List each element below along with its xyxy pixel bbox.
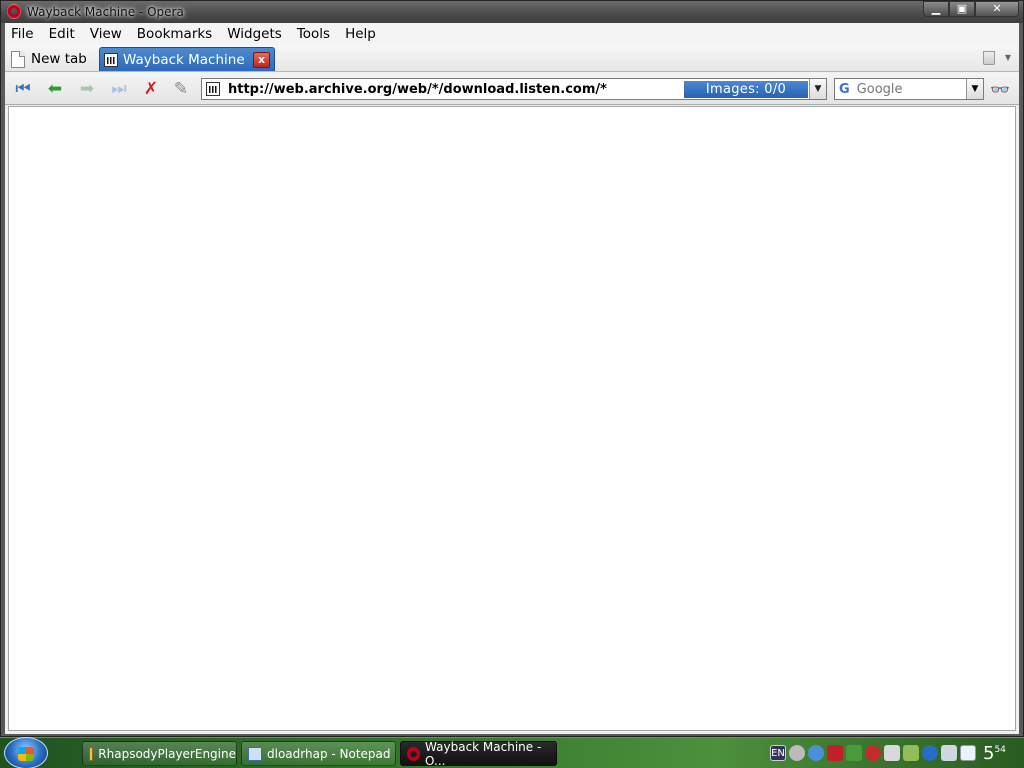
tray-app-icon[interactable] [789,745,805,761]
trash-icon[interactable] [983,51,995,65]
search-field[interactable]: G Google ▼ [834,78,984,100]
tab-label: New tab [31,51,87,67]
window-title: Wayback Machine - Opera [27,5,184,19]
maximize-button[interactable]: ▣ [949,1,975,17]
menu-widgets[interactable]: Widgets [227,26,282,42]
task-label: RhapsodyPlayerEngine [98,746,236,761]
menu-tools[interactable]: Tools [297,26,330,42]
archive-favicon-icon [104,52,118,67]
images-counter: Images: 0/0 [684,81,808,98]
menu-help[interactable]: Help [345,26,376,42]
network-icon[interactable] [846,745,862,761]
start-button[interactable] [4,737,48,768]
taskbar-item-notepad[interactable]: dloadrhap - Notepad [241,741,396,766]
browser-window: Wayback Machine - Opera ▁ ▣ ✕ File Edit … [0,0,1024,737]
close-button[interactable]: ✕ [975,1,1019,17]
tray-app-icon[interactable] [865,745,881,761]
folder-icon [89,746,94,761]
edit-site-prefs-button[interactable]: ✎ [169,78,193,100]
task-label: Wayback Machine - O... [425,739,542,768]
back-button[interactable]: ⬅ [43,78,67,100]
clock-minutes: 54 [994,745,1006,755]
forward-button[interactable]: ➡ [75,78,99,100]
taskbar-item-opera[interactable]: Wayback Machine - O... [400,739,557,768]
tab-close-button[interactable]: x [253,52,270,68]
page-content[interactable] [8,106,1016,731]
minimize-button[interactable]: ▁ [923,1,949,17]
opera-icon [407,746,421,761]
navigation-toolbar: ⏮ ⬅ ➡ ⏭ ✗ ✎ http://web.archive.org/web/*… [5,73,1019,105]
clock[interactable]: 554 [983,743,1006,764]
clock-hour: 5 [983,743,995,764]
search-engine-dropdown[interactable]: ▼ [966,79,983,99]
tab-new-tab[interactable]: New tab [11,47,95,71]
opera-logo-icon [7,4,21,19]
archive-favicon-icon [206,82,220,96]
tab-bar: New tab Wayback Machine x ▼ [5,45,1019,72]
tab-label: Wayback Machine [123,51,245,68]
language-indicator[interactable]: EN [770,745,786,761]
tray-app-icon[interactable] [960,745,976,761]
fast-forward-button[interactable]: ⏭ [107,78,131,100]
menu-file[interactable]: File [11,26,34,42]
menu-edit[interactable]: Edit [49,26,75,42]
browser-chrome: File Edit View Bookmarks Widgets Tools H… [5,23,1019,734]
taskbar-item-rhapsody[interactable]: RhapsodyPlayerEngine [82,741,237,766]
google-icon: G [839,81,850,97]
shield-icon[interactable] [827,745,843,761]
rewind-button[interactable]: ⏮ [11,78,35,100]
title-bar[interactable]: Wayback Machine - Opera ▁ ▣ ✕ [1,1,1023,23]
search-engine-label: Google [856,81,903,97]
download-icon[interactable] [922,745,938,761]
glasses-icon[interactable]: 👓 [990,80,1010,99]
tray-app-icon[interactable] [884,745,900,761]
tray-app-icon[interactable] [903,745,919,761]
menu-bookmarks[interactable]: Bookmarks [137,26,212,42]
menu-bar: File Edit View Bookmarks Widgets Tools H… [5,23,1019,45]
notepad-icon [248,746,262,761]
tab-wayback-machine[interactable]: Wayback Machine x [99,47,275,71]
chevron-down-icon[interactable]: ▼ [1005,53,1011,62]
blank-page-icon [11,50,25,68]
stop-button[interactable]: ✗ [139,78,163,100]
window-controls: ▁ ▣ ✕ [923,1,1019,17]
task-label: dloadrhap - Notepad [267,746,391,761]
system-tray: EN [770,743,979,763]
address-dropdown-button[interactable]: ▼ [809,79,826,99]
monitor-icon[interactable] [941,745,957,761]
address-bar[interactable]: http://web.archive.org/web/*/download.li… [201,78,827,100]
taskbar: RhapsodyPlayerEngine dloadrhap - Notepad… [0,737,1024,768]
gear-icon[interactable] [808,745,824,761]
menu-view[interactable]: View [90,26,122,42]
